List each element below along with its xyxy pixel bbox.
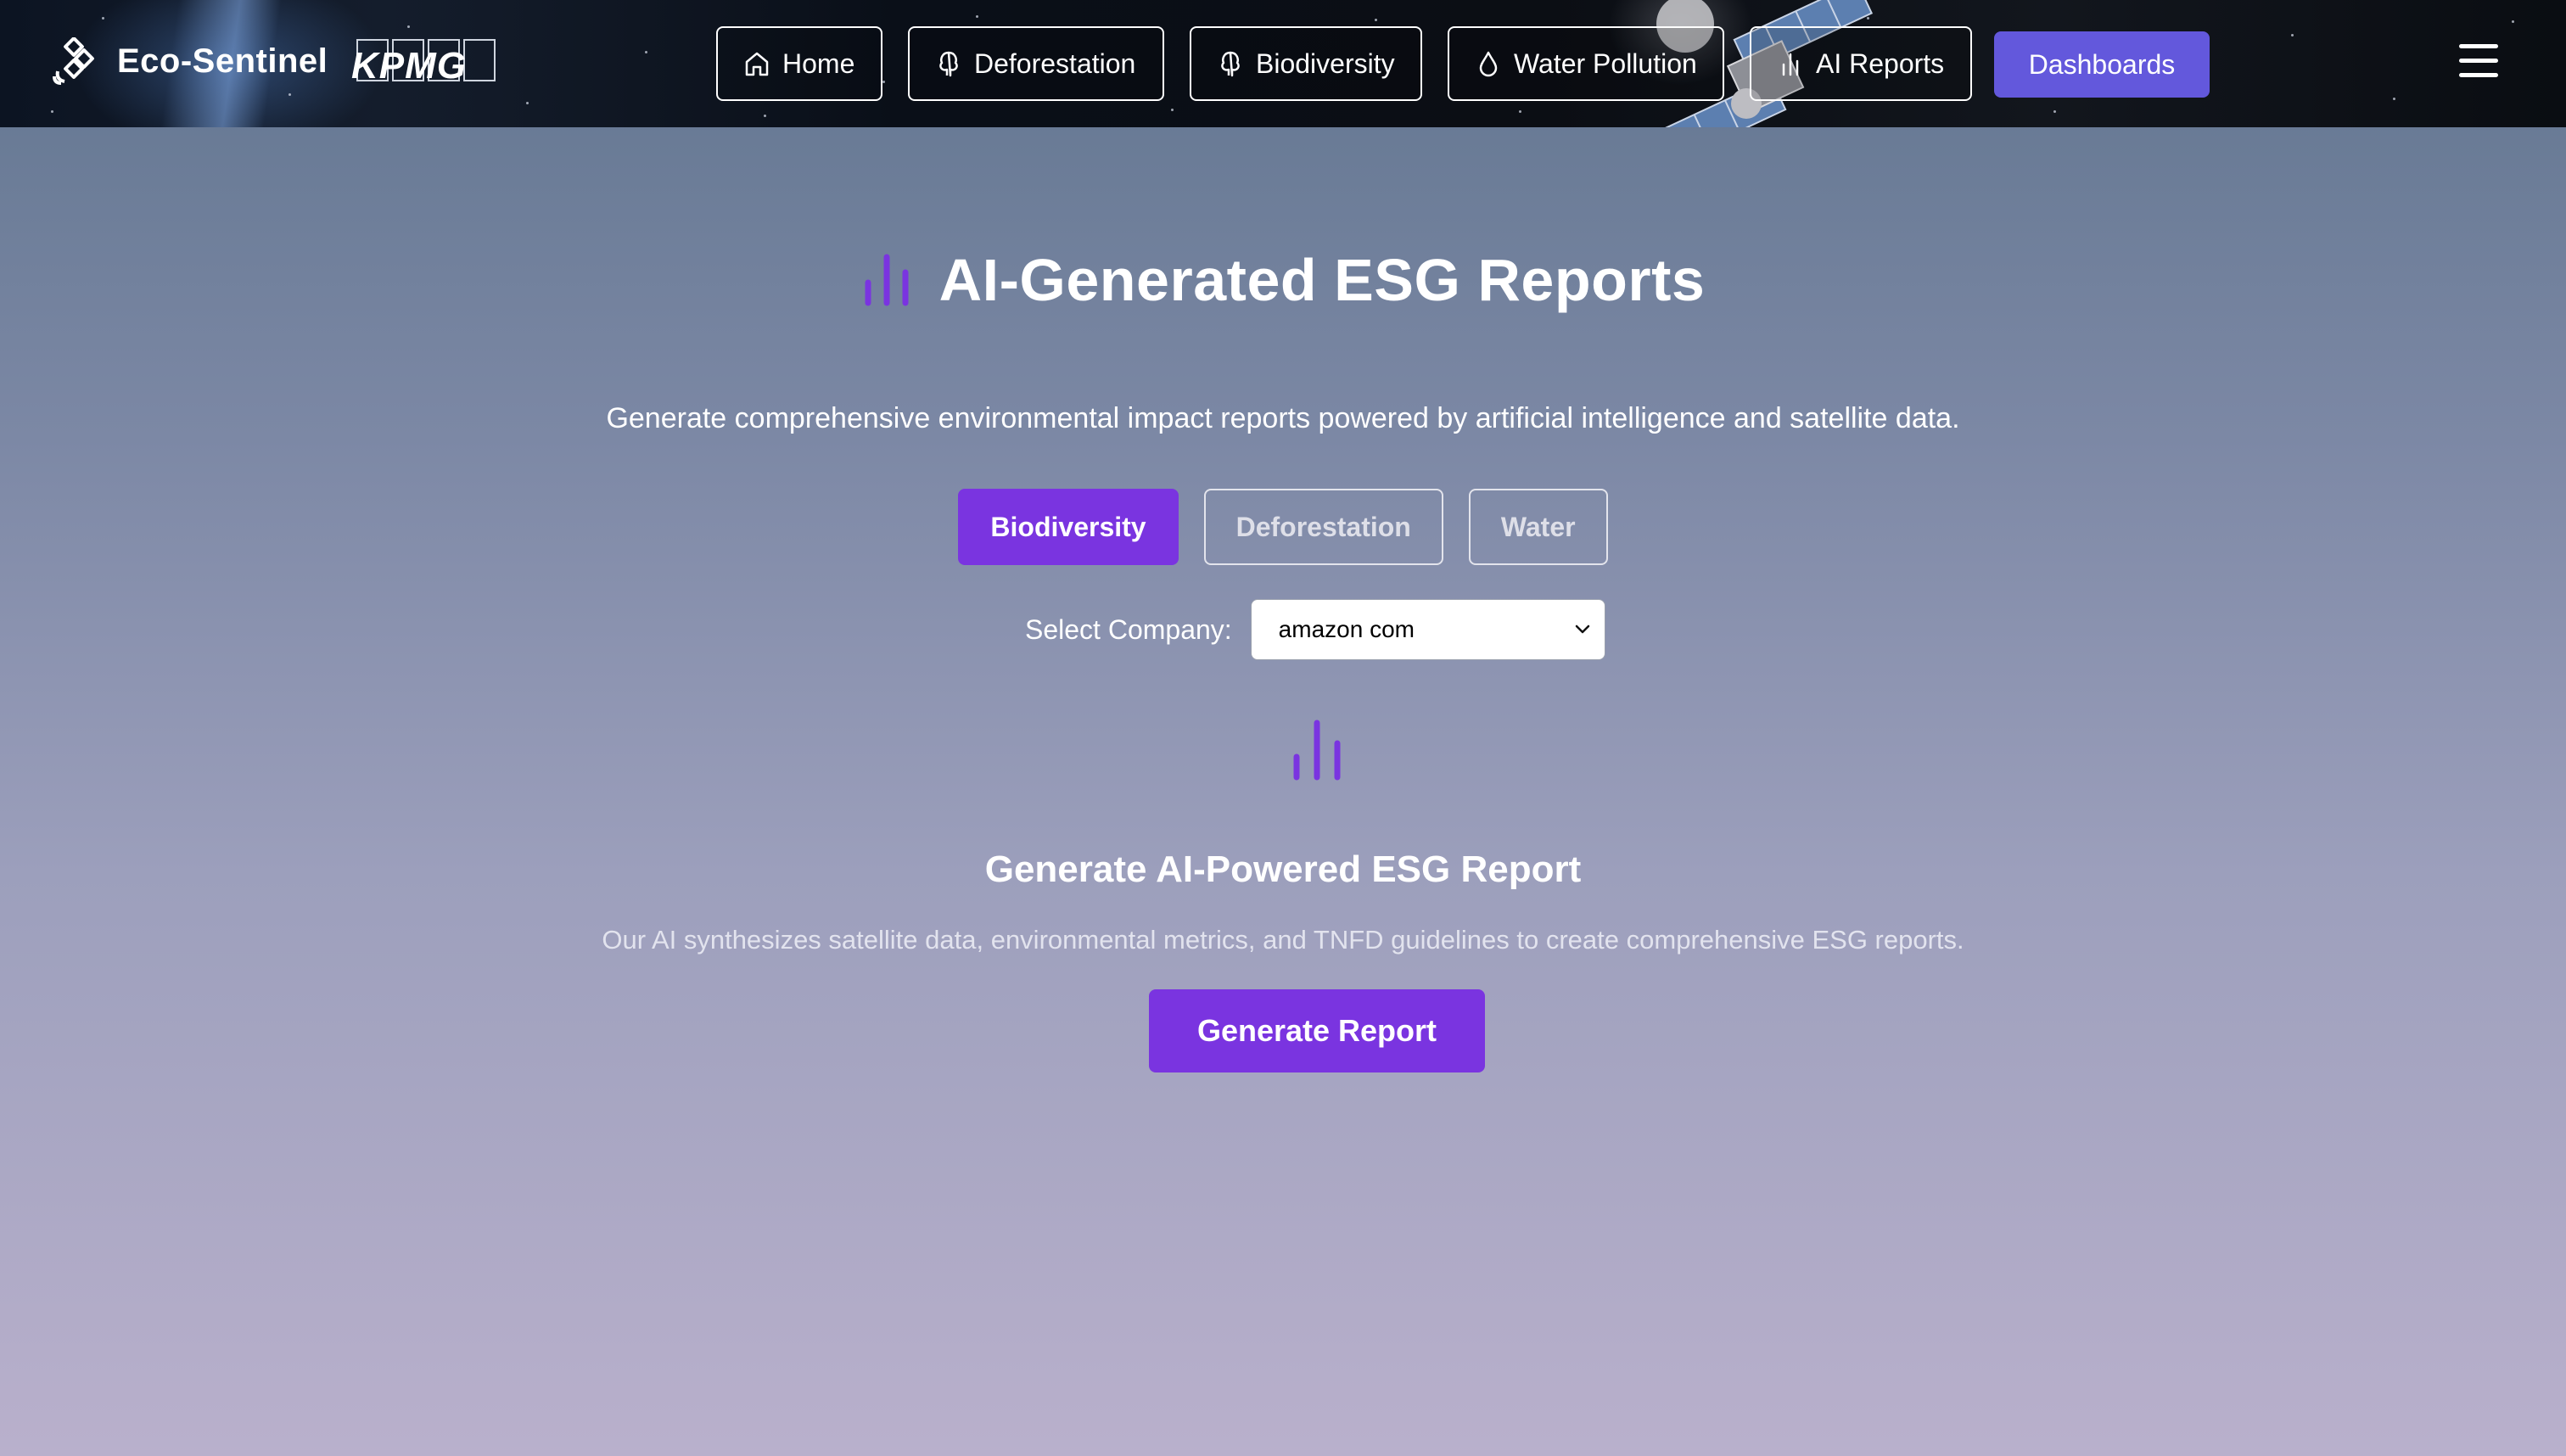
- page-header: AI-Generated ESG Reports: [0, 246, 2566, 314]
- report-category-tabs: Biodiversity Deforestation Water: [0, 489, 2566, 565]
- generate-section-description: Our AI synthesizes satellite data, envir…: [602, 925, 1964, 955]
- nav-home[interactable]: Home: [716, 26, 882, 101]
- top-navbar: Eco-Sentinel KPMG Home Deforestation Bio…: [0, 0, 2566, 127]
- hamburger-menu-icon[interactable]: [2459, 44, 2498, 80]
- tab-deforestation[interactable]: Deforestation: [1203, 489, 1443, 565]
- nav-water-pollution-label: Water Pollution: [1514, 48, 1697, 79]
- nav-home-label: Home: [782, 48, 855, 79]
- nav-deforestation[interactable]: Deforestation: [908, 26, 1164, 101]
- brand[interactable]: Eco-Sentinel: [53, 37, 328, 85]
- company-select[interactable]: amazon com: [1250, 599, 1605, 660]
- bar-chart-icon: [1293, 720, 1341, 781]
- chevron-down-icon: [1575, 624, 1589, 634]
- brand-name: Eco-Sentinel: [117, 42, 328, 80]
- nav-biodiversity-label: Biodiversity: [1256, 48, 1395, 79]
- bar-chart-icon: [1782, 53, 1799, 76]
- company-select-value: amazon com: [1278, 616, 1415, 642]
- tab-water[interactable]: Water: [1468, 489, 1608, 565]
- generate-section-title: Generate AI-Powered ESG Report: [984, 848, 1582, 890]
- generate-report-button[interactable]: Generate Report: [1149, 989, 1485, 1072]
- tree-icon: [939, 51, 958, 77]
- droplet-icon: [1479, 51, 1498, 77]
- nav-biodiversity[interactable]: Biodiversity: [1190, 26, 1422, 101]
- nav-ai-reports[interactable]: AI Reports: [1750, 26, 1972, 101]
- tab-biodiversity[interactable]: Biodiversity: [958, 489, 1179, 565]
- page-title: AI-Generated ESG Reports: [938, 247, 1706, 313]
- kpmg-logo: KPMG: [351, 37, 496, 95]
- dashboards-button[interactable]: Dashboards: [1994, 31, 2210, 98]
- page-subtitle: Generate comprehensive environmental imp…: [606, 402, 1960, 434]
- main-nav: Home Deforestation Biodiversity Water Po…: [716, 26, 1972, 101]
- company-selector-row: Select Company: amazon com: [1025, 599, 1605, 660]
- satellite-logo-icon: [53, 37, 94, 85]
- nav-water-pollution[interactable]: Water Pollution: [1448, 26, 1724, 101]
- nav-ai-reports-label: AI Reports: [1816, 48, 1945, 79]
- bar-chart-icon: [865, 254, 909, 306]
- home-icon: [745, 52, 769, 76]
- kpmg-logo-text: KPMG: [351, 45, 467, 87]
- tree-icon: [1221, 51, 1240, 77]
- company-select-label: Select Company:: [1025, 613, 1232, 645]
- nav-deforestation-label: Deforestation: [974, 48, 1136, 79]
